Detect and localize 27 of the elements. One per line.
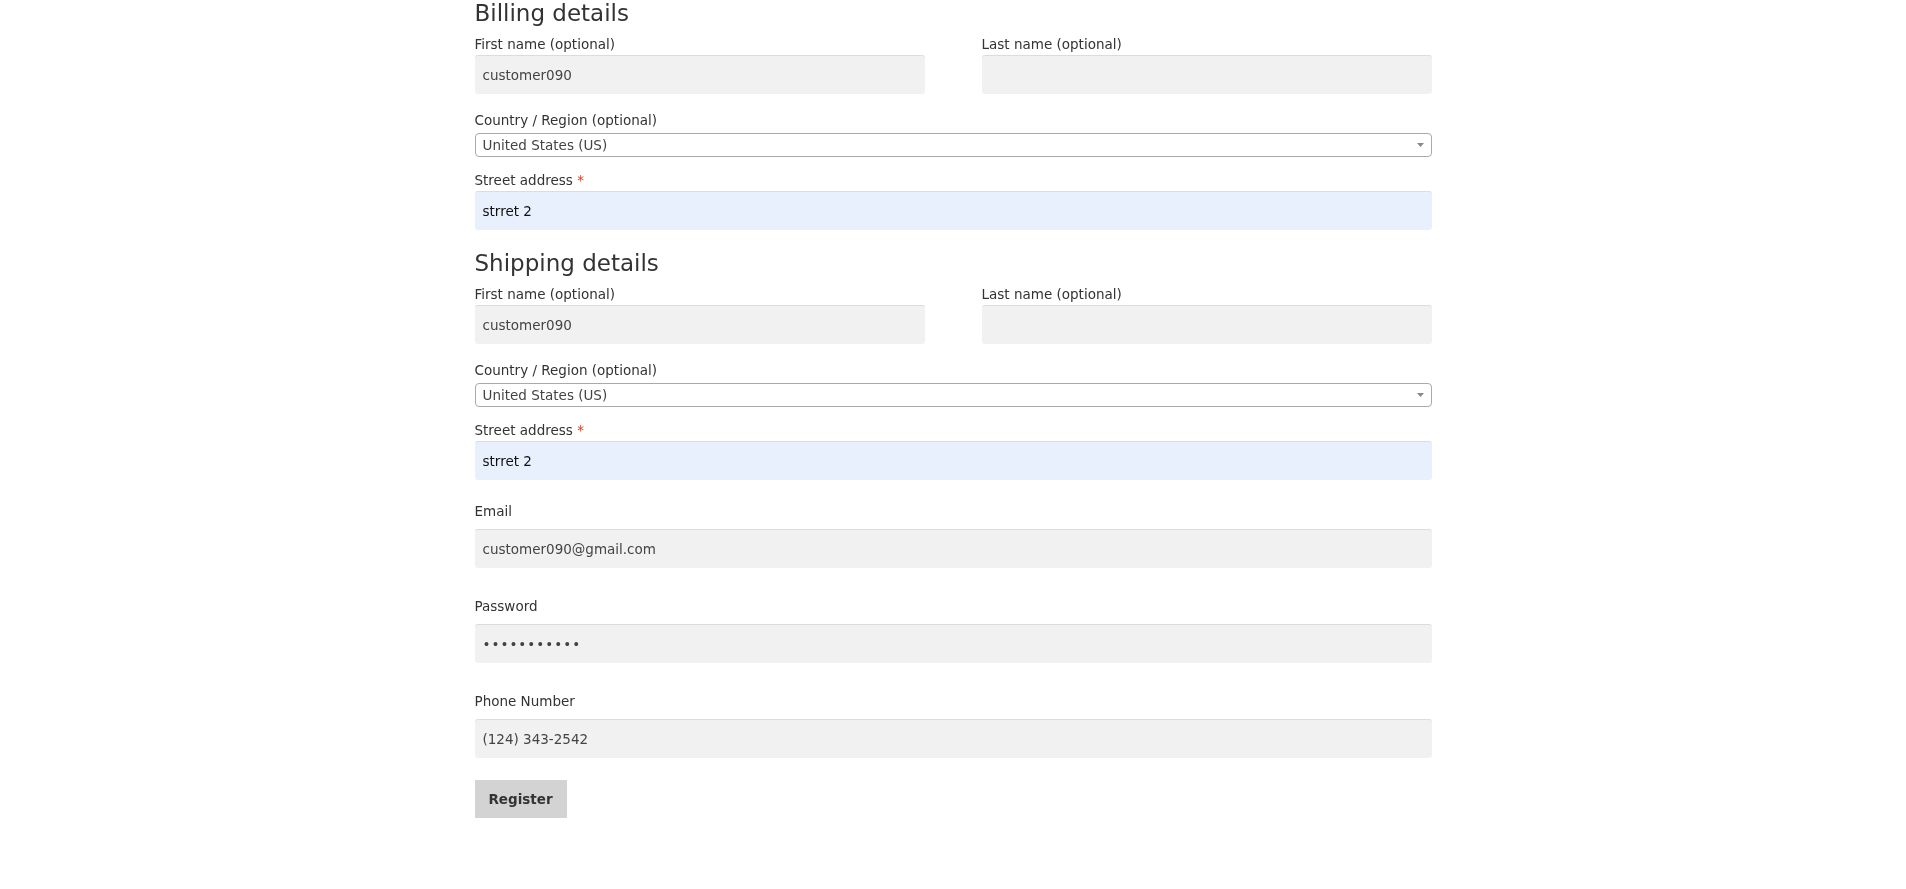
field-label: Password	[474, 597, 538, 616]
field-label: Email	[474, 502, 512, 521]
section-heading: Billing details	[474, 0, 630, 28]
country-select[interactable]: United States (US)	[474, 383, 1432, 407]
input-field[interactable]	[981, 305, 1432, 344]
input-field[interactable]: customer090@gmail.com	[474, 529, 1432, 568]
field-label: Country / Region (optional)	[474, 361, 657, 380]
field-label: Phone Number	[474, 692, 575, 711]
field-label: Country / Region (optional)	[474, 111, 657, 130]
input-field[interactable]: (124) 343-2542	[474, 719, 1432, 758]
field-label: First name (optional)	[474, 35, 616, 54]
section-heading: Shipping details	[474, 249, 660, 278]
register-button[interactable]: Register	[474, 780, 567, 818]
field-label: Last name (optional)	[981, 35, 1122, 54]
field-label: Last name (optional)	[981, 285, 1122, 304]
dropdown-caret-icon	[1416, 143, 1424, 147]
field-label: Street address *	[474, 171, 584, 190]
password-field[interactable]: •••••••••••	[474, 624, 1432, 663]
dropdown-caret-icon	[1416, 393, 1424, 397]
input-field[interactable]: customer090	[474, 305, 925, 344]
field-label: Street address *	[474, 421, 584, 440]
field-label: First name (optional)	[474, 285, 616, 304]
input-field[interactable]: customer090	[474, 55, 925, 94]
input-field[interactable]: strret 2	[474, 191, 1432, 230]
country-select[interactable]: United States (US)	[474, 133, 1432, 157]
input-field[interactable]	[981, 55, 1432, 94]
input-field[interactable]: strret 2	[474, 441, 1432, 480]
